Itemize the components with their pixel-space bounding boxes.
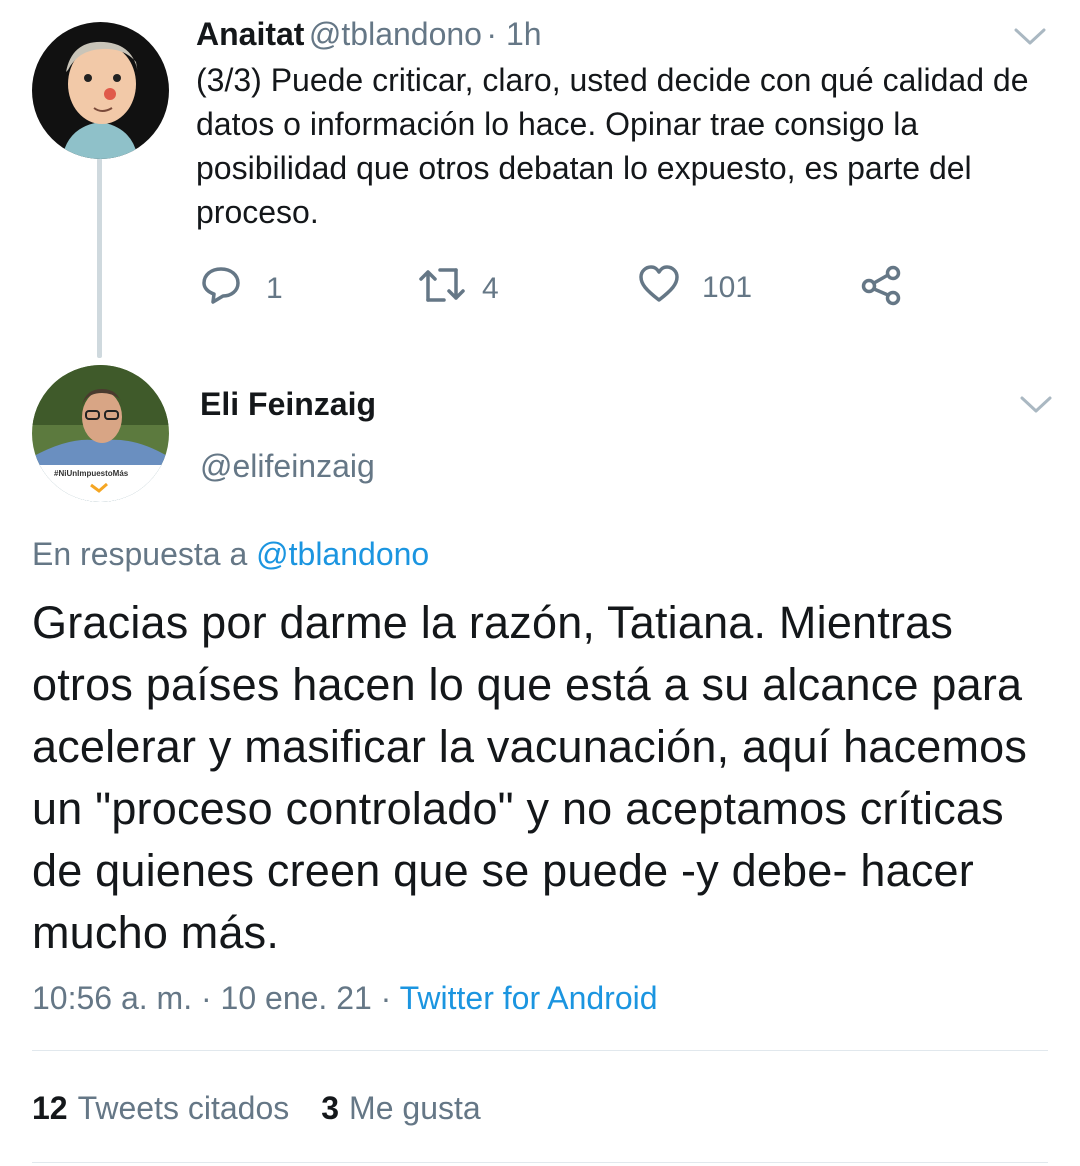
share-icon <box>860 264 902 314</box>
reply-action-share[interactable] <box>860 264 902 314</box>
reply-menu-chevron-down-icon[interactable] <box>1013 26 1047 53</box>
quote-tweets-stat[interactable]: 12 Tweets citados <box>32 1090 289 1127</box>
likes-stat-label: Me gusta <box>349 1090 481 1126</box>
likes-stat[interactable]: 3 Me gusta <box>321 1090 480 1127</box>
avatar-badge-logo-icon <box>90 483 108 493</box>
reply-time: · 1h <box>486 16 542 52</box>
quote-count: 12 <box>32 1090 68 1126</box>
main-display-name[interactable]: Eli Feinzaig <box>200 386 376 423</box>
like-count: 101 <box>702 271 753 304</box>
reply-display-name[interactable]: Anaitat <box>196 16 304 52</box>
retweet-icon <box>418 264 466 314</box>
reply-handle[interactable]: @tblandono <box>309 16 482 52</box>
thread-connector-line <box>97 158 102 358</box>
in-reply-prefix: En respuesta a <box>32 536 248 572</box>
reply-header: Anaitat @tblandono · 1h <box>196 16 542 53</box>
avatar-eli-feinzaig[interactable]: #NiUnImpuestoMás <box>32 365 169 502</box>
divider-bottom <box>32 1162 1048 1163</box>
reply-action-reply[interactable]: 1 <box>200 264 283 314</box>
in-reply-handle-link[interactable]: @tblandono <box>256 536 429 572</box>
tweet-stats: 12 Tweets citados 3 Me gusta <box>32 1090 481 1127</box>
reply-action-like[interactable]: 101 <box>638 264 752 312</box>
divider-top <box>32 1050 1048 1051</box>
reply-tweet-text: (3/3) Puede criticar, claro, usted decid… <box>196 62 1029 230</box>
retweet-count: 4 <box>482 272 499 305</box>
reply-count: 1 <box>266 272 283 305</box>
likes-stat-count: 3 <box>321 1090 340 1126</box>
reply-icon <box>200 264 242 314</box>
tweet-timestamp-row: 10:56 a. m. · 10 ene. 21 · Twitter for A… <box>32 980 658 1017</box>
reply-action-retweet[interactable]: 4 <box>418 264 499 314</box>
in-reply-to: En respuesta a @tblandono <box>32 536 429 573</box>
tweet-source-link[interactable]: Twitter for Android <box>400 980 658 1016</box>
heart-icon <box>638 264 680 312</box>
main-menu-chevron-down-icon[interactable] <box>1019 394 1053 421</box>
main-handle[interactable]: @elifeinzaig <box>200 448 375 485</box>
main-tweet-text: Gracias por darme la razón, Tatiana. Mie… <box>32 597 1028 958</box>
tweet-timestamp: 10:56 a. m. · 10 ene. 21 · <box>32 980 392 1016</box>
quote-label: Tweets citados <box>77 1090 290 1126</box>
avatar-badge-text: #NiUnImpuestoMás <box>54 469 129 478</box>
avatar-anaitat[interactable] <box>32 22 169 159</box>
